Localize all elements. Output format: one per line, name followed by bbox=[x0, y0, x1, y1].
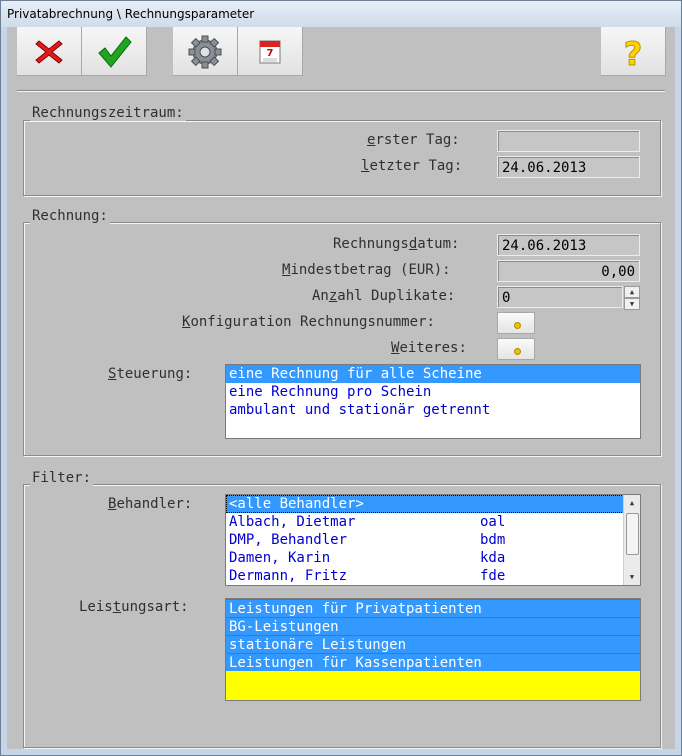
green-checkmark-icon bbox=[98, 36, 132, 68]
dot-icon bbox=[514, 322, 521, 329]
scroll-up-icon[interactable]: ▲ bbox=[624, 495, 640, 511]
min-amount-label: Mindestbetrag (EUR): bbox=[282, 262, 451, 278]
list-item[interactable]: Leistungen für Privatpatienten bbox=[226, 599, 640, 617]
empty-highlight-area bbox=[226, 671, 640, 700]
duplicates-spinner[interactable]: ▲ ▼ bbox=[624, 286, 640, 310]
yellow-question-mark-icon: ? bbox=[623, 35, 643, 71]
min-amount-field[interactable]: 0,00 bbox=[497, 260, 640, 282]
calendar-button[interactable]: 7 bbox=[238, 27, 303, 76]
list-item[interactable]: Damen, Karin kda bbox=[226, 549, 640, 567]
cancel-button[interactable] bbox=[17, 27, 82, 76]
filter-legend: Filter: bbox=[30, 470, 94, 486]
provider-listbox[interactable]: <alle Behandler> Albach, Dietmar oal DMP,… bbox=[225, 494, 641, 586]
toolbar-separator bbox=[17, 90, 665, 92]
list-item[interactable]: eine Rechnung für alle Scheine bbox=[226, 365, 640, 383]
first-day-field[interactable] bbox=[497, 130, 640, 152]
duplicates-label: Anzahl Duplikate: bbox=[312, 288, 456, 304]
scroll-down-icon[interactable]: ▼ bbox=[624, 569, 640, 585]
service-type-label: Leistungsart: bbox=[79, 599, 189, 615]
red-x-icon bbox=[35, 40, 63, 64]
svg-text:7: 7 bbox=[267, 48, 274, 59]
control-label: Steuerung: bbox=[108, 366, 193, 382]
window-title: Privatabrechnung \ Rechnungsparameter bbox=[7, 7, 255, 21]
invoice-date-label: Rechnungsdatum: bbox=[333, 236, 460, 252]
list-item[interactable]: DMP, Behandler bdm bbox=[226, 531, 640, 549]
list-item[interactable]: stationäre Leistungen bbox=[226, 635, 640, 653]
list-item[interactable]: Leistungen für Kassenpatienten bbox=[226, 653, 640, 671]
duplicates-field[interactable]: 0 bbox=[497, 286, 623, 308]
settings-button[interactable] bbox=[173, 27, 238, 76]
dot-icon bbox=[514, 348, 521, 355]
list-item[interactable]: Albach, Dietmar oal bbox=[226, 513, 640, 531]
list-item[interactable]: BG-Leistungen bbox=[226, 617, 640, 635]
list-item[interactable]: eine Rechnung pro Schein bbox=[226, 383, 640, 401]
help-button[interactable]: ? bbox=[601, 27, 666, 76]
list-item[interactable]: ambulant und stationär getrennt bbox=[226, 401, 640, 419]
main-window: Privatabrechnung \ Rechnungsparameter 7 … bbox=[0, 0, 682, 756]
more-label: Weiteres: bbox=[391, 340, 467, 356]
list-item[interactable]: Dermann, Fritz fde bbox=[226, 567, 640, 585]
more-button[interactable] bbox=[497, 338, 535, 360]
period-legend: Rechnungszeitraum: bbox=[30, 105, 186, 121]
service-type-listbox[interactable]: Leistungen für Privatpatienten BG-Leistu… bbox=[225, 598, 641, 701]
invoice-legend: Rechnung: bbox=[30, 208, 110, 224]
svg-text:?: ? bbox=[624, 35, 643, 71]
last-day-label: letzter Tag: bbox=[361, 158, 463, 174]
spin-down-icon[interactable]: ▼ bbox=[624, 298, 640, 310]
control-listbox[interactable]: eine Rechnung für alle Scheine eine Rech… bbox=[225, 364, 641, 439]
ok-button[interactable] bbox=[82, 27, 147, 76]
provider-scrollbar[interactable]: ▲ ▼ bbox=[623, 495, 640, 585]
gear-icon bbox=[188, 35, 222, 69]
invoice-number-config-button[interactable] bbox=[497, 312, 535, 334]
calendar-icon: 7 bbox=[259, 40, 281, 64]
invoice-number-config-label: Konfiguration Rechnungsnummer: bbox=[182, 314, 435, 330]
title-bar[interactable]: Privatabrechnung \ Rechnungsparameter bbox=[1, 1, 681, 27]
last-day-field[interactable]: 24.06.2013 bbox=[497, 156, 640, 178]
scrollbar-thumb[interactable] bbox=[626, 513, 639, 555]
window-client-area: 7 ? Rechnungszeitraum: erster Tag: letzt… bbox=[7, 27, 675, 749]
first-day-label: erster Tag: bbox=[367, 132, 460, 148]
invoice-date-field[interactable]: 24.06.2013 bbox=[497, 234, 640, 256]
provider-label: Behandler: bbox=[108, 496, 193, 512]
spin-up-icon[interactable]: ▲ bbox=[624, 286, 640, 298]
list-item[interactable]: <alle Behandler> bbox=[226, 495, 640, 513]
